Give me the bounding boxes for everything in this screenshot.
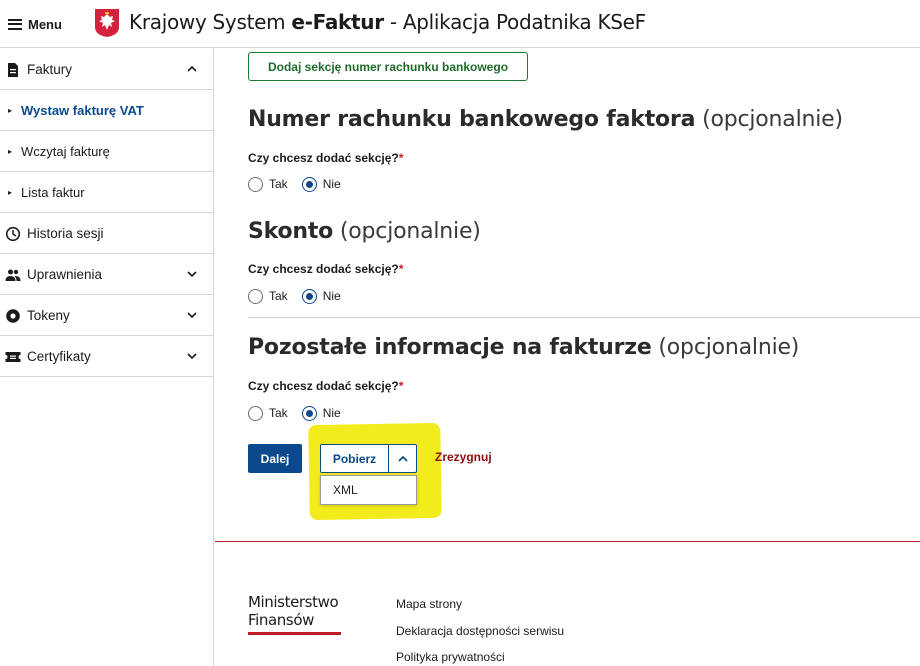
radio-group-other-info: Tak Nie <box>248 404 355 422</box>
main-content: Dodaj sekcję numer rachunku bankowego Nu… <box>215 49 920 666</box>
sidebar-item-certyfikaty[interactable]: Certyfikaty <box>0 336 213 377</box>
radio-label-tak: Tak <box>269 177 288 191</box>
section-question: Czy chcesz dodać sekcję?* <box>248 262 403 276</box>
app-header: Menu Krajowy System e-Faktur - Aplikacja… <box>0 0 920 48</box>
chevron-up-icon <box>187 65 197 72</box>
optional-label: (opcjonalnie) <box>658 335 800 360</box>
sidebar-item-label: Wystaw fakturę VAT <box>21 102 144 118</box>
sidebar-item-wczytaj-fakture[interactable]: ▸ Wczytaj fakturę <box>0 131 213 172</box>
download-split-button: Pobierz <box>320 444 417 473</box>
section-title-text: Numer rachunku bankowego faktora <box>248 107 696 132</box>
footer-divider <box>215 541 920 542</box>
section-title-skonto: Skonto (opcjonalnie) <box>248 219 481 244</box>
question-text: Czy chcesz dodać sekcję? <box>248 262 399 276</box>
chevron-down-icon <box>187 353 197 360</box>
radio-nie[interactable] <box>301 176 317 192</box>
section-divider <box>248 317 920 318</box>
download-button[interactable]: Pobierz <box>321 445 389 472</box>
certificate-icon <box>5 352 21 362</box>
radio-label-nie: Nie <box>322 406 341 420</box>
footer-link-sitemap[interactable]: Mapa strony <box>396 597 462 611</box>
section-title-text: Pozostałe informacje na fakturze <box>248 335 652 360</box>
clock-icon <box>5 226 21 242</box>
token-icon <box>6 309 20 323</box>
sidebar-item-label: Lista faktur <box>21 184 85 200</box>
radio-group-skonto: Tak Nie <box>248 287 355 305</box>
next-button[interactable]: Dalej <box>248 444 302 473</box>
sidebar-item-wystaw-fakture[interactable]: ▸ Wystaw fakturę VAT <box>0 90 213 131</box>
document-icon <box>8 63 18 77</box>
add-bank-account-section-button[interactable]: Dodaj sekcję numer rachunku bankowego <box>248 52 528 81</box>
required-mark: * <box>398 379 404 393</box>
sidebar-item-uprawnienia[interactable]: Uprawnienia <box>0 254 213 295</box>
hamburger-icon <box>8 18 22 30</box>
radio-tak[interactable] <box>248 405 263 421</box>
sidebar-item-label: Uprawnienia <box>27 266 103 282</box>
app-title-prefix: Krajowy System <box>129 10 292 34</box>
radio-label-nie: Nie <box>322 177 341 191</box>
sidebar-item-label: Historia sesji <box>27 225 104 241</box>
radio-nie[interactable] <box>301 405 317 421</box>
radio-tak[interactable] <box>248 288 263 304</box>
ministry-logo-line2: Finansów <box>248 611 314 629</box>
app-title: Krajowy System e-Faktur - Aplikacja Poda… <box>129 10 646 34</box>
question-text: Czy chcesz dodać sekcję? <box>248 379 399 393</box>
sidebar-item-label: Wczytaj fakturę <box>21 143 110 159</box>
section-title-bank-account-factor: Numer rachunku bankowego faktora (opcjon… <box>248 107 843 132</box>
required-mark: * <box>398 262 404 276</box>
chevron-down-icon <box>187 312 197 319</box>
section-question: Czy chcesz dodać sekcję?* <box>248 379 403 393</box>
section-question: Czy chcesz dodać sekcję?* <box>248 151 403 165</box>
sidebar-item-tokeny[interactable]: Tokeny <box>0 295 213 336</box>
cancel-link[interactable]: Zrezygnuj <box>435 450 492 464</box>
app-title-suffix: - Aplikacja Podatnika KSeF <box>383 10 646 34</box>
menu-button[interactable]: Menu <box>8 13 62 35</box>
radio-nie[interactable] <box>301 288 317 304</box>
download-menu-toggle[interactable] <box>389 445 416 472</box>
section-title-other-info: Pozostałe informacje na fakturze (opcjon… <box>248 335 799 360</box>
chevron-down-icon <box>187 271 197 278</box>
sidebar: Faktury ▸ Wystaw fakturę VAT ▸ Wczytaj f… <box>0 49 214 666</box>
question-text: Czy chcesz dodać sekcję? <box>248 151 399 165</box>
footer-link-privacy[interactable]: Polityka prywatności <box>396 650 505 664</box>
ministry-of-finance-logo: Ministerstwo Finansów <box>248 593 348 635</box>
optional-label: (opcjonalnie) <box>702 107 843 132</box>
required-mark: * <box>398 151 404 165</box>
download-dropdown-menu: XML <box>320 475 417 505</box>
bullet-icon: ▸ <box>8 146 13 156</box>
radio-group-bank-account-factor: Tak Nie <box>248 175 355 193</box>
radio-label-tak: Tak <box>269 289 288 303</box>
menu-label: Menu <box>28 16 62 32</box>
section-title-text: Skonto <box>248 219 334 244</box>
sidebar-item-label: Tokeny <box>27 307 70 323</box>
download-option-xml[interactable]: XML <box>321 476 416 504</box>
chevron-up-icon <box>397 455 408 462</box>
sidebar-item-faktury[interactable]: Faktury <box>0 49 213 90</box>
polish-eagle-emblem-icon <box>95 9 119 37</box>
radio-tak[interactable] <box>248 176 263 192</box>
footer-link-accessibility[interactable]: Deklaracja dostępności serwisu <box>396 624 564 638</box>
radio-label-nie: Nie <box>322 289 341 303</box>
app-title-brand: e-Faktur <box>291 10 384 34</box>
ministry-logo-line1: Ministerstwo <box>248 593 339 611</box>
optional-label: (opcjonalnie) <box>339 219 481 244</box>
ministry-logo-bar <box>248 632 341 635</box>
bullet-icon: ▸ <box>8 105 13 115</box>
sidebar-item-label: Faktury <box>27 61 73 77</box>
bullet-icon: ▸ <box>8 187 13 197</box>
radio-label-tak: Tak <box>269 406 288 420</box>
sidebar-item-label: Certyfikaty <box>27 348 91 364</box>
users-icon <box>5 269 21 281</box>
sidebar-item-lista-faktur[interactable]: ▸ Lista faktur <box>0 172 213 213</box>
sidebar-item-historia-sesji[interactable]: Historia sesji <box>0 213 213 254</box>
